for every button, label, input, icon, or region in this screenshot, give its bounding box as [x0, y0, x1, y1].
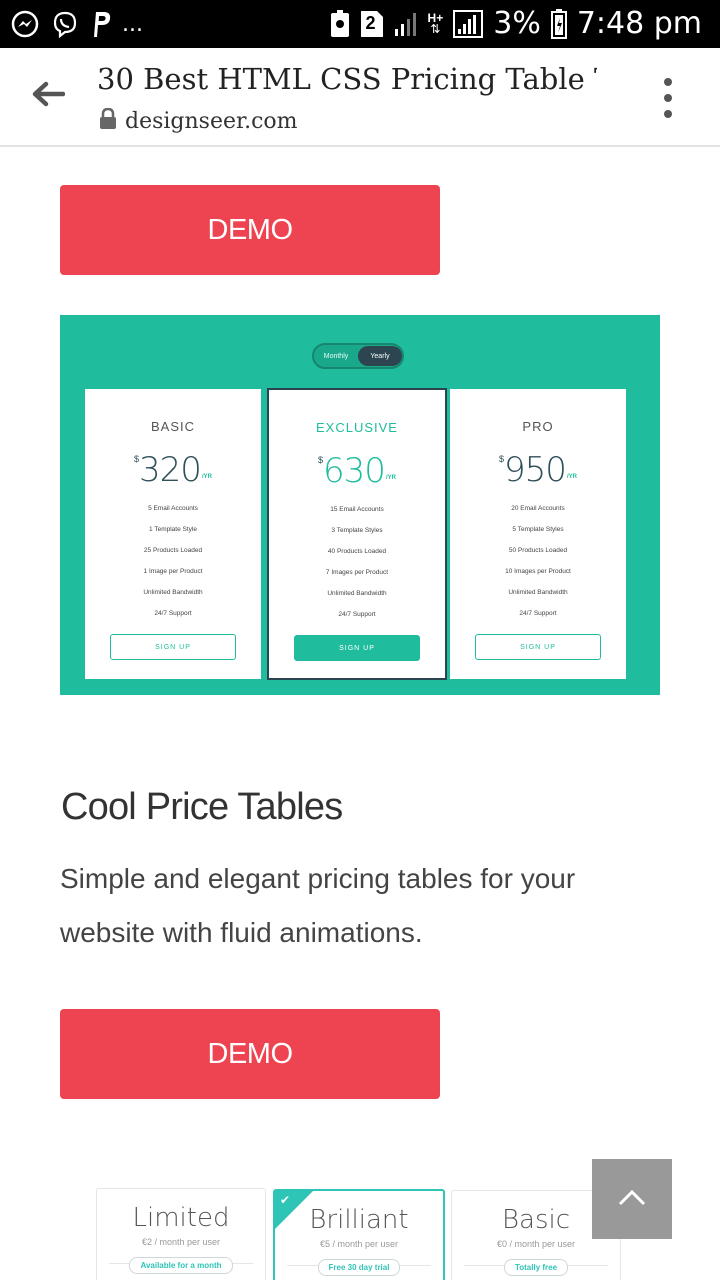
billing-toggle[interactable]: Monthly Yearly	[312, 343, 404, 369]
plan-badge: Available for a month	[129, 1257, 233, 1274]
plan-badge: Totally free	[503, 1259, 569, 1276]
price-amount: 630	[323, 451, 386, 491]
plan-price: €2 / month per user	[141, 1237, 221, 1247]
feature-item: Unlimited Bandwidth	[143, 589, 203, 596]
plan-name: EXCLUSIVE	[316, 420, 398, 435]
feature-item: 25 Products Loaded	[143, 547, 203, 554]
back-button[interactable]	[26, 76, 70, 116]
pricing-table-preview-teal[interactable]: Monthly Yearly BASIC $ 320 /YR 5 Email A…	[60, 315, 660, 695]
network-type-icon: H+ ⇅	[428, 12, 444, 36]
sim-badge: 2	[365, 13, 376, 33]
price-period: /YR	[201, 474, 212, 480]
url-text: designseer.com	[125, 109, 298, 134]
back-arrow-icon	[31, 81, 66, 112]
parking-app-icon	[90, 9, 112, 39]
plan-price: $ 630 /YR	[269, 451, 445, 491]
feature-item: 3 Template Styles	[331, 527, 383, 534]
price-period: /YR	[385, 475, 396, 481]
checkmark-icon: ✔	[280, 1193, 291, 1207]
feature-item: 10 Images per Product	[505, 568, 571, 575]
plan-card-limited: Limited €2 / month per user Available fo…	[96, 1188, 266, 1280]
status-bar: ... 2 H+ ⇅ 3% 7:48 pm	[0, 0, 720, 48]
feature-item: 1 Image per Product	[143, 568, 203, 575]
feature-item: 1 Template Style	[149, 526, 197, 533]
plan-card-exclusive: EXCLUSIVE $ 630 /YR 15 Email Accounts 3 …	[267, 388, 447, 680]
plan-price: $ 950 /YR	[450, 450, 626, 490]
plan-card-basic: BASIC $ 320 /YR 5 Email Accounts 1 Templ…	[85, 389, 261, 679]
plan-badge-row: Free 30 day trial	[275, 1257, 443, 1276]
messenger-icon	[10, 9, 40, 39]
pricing-table-preview-cool[interactable]: Limited €2 / month per user Available fo…	[96, 1186, 626, 1280]
plan-badge: Free 30 day trial	[317, 1259, 401, 1276]
scroll-to-top-button[interactable]	[592, 1159, 672, 1239]
feature-item: 5 Email Accounts	[148, 505, 198, 512]
storage-icon	[330, 10, 350, 38]
signal-weak-icon	[394, 11, 418, 37]
toggle-option-yearly[interactable]: Yearly	[358, 346, 402, 366]
signal-strong-icon	[453, 10, 484, 38]
feature-item: 5 Template Styles	[512, 526, 564, 533]
dot-icon	[664, 94, 672, 102]
signup-button[interactable]: SIGN UP	[294, 635, 420, 661]
price-amount: 320	[139, 450, 202, 490]
lock-icon	[99, 107, 117, 135]
status-bar-right: 2 H+ ⇅ 3% 7:48 pm	[330, 6, 702, 42]
demo-button[interactable]: DEMO	[60, 185, 440, 275]
clock: 7:48 pm	[576, 6, 702, 41]
feature-item: 15 Email Accounts	[330, 506, 384, 513]
feature-list: 5 Email Accounts 1 Template Style 25 Pro…	[85, 498, 261, 624]
plan-price: $ 320 /YR	[85, 450, 261, 490]
overflow-menu-button[interactable]	[656, 78, 680, 118]
browser-toolbar: 30 Best HTML CSS Pricing Table T... desi…	[0, 48, 720, 147]
feature-item: 50 Products Loaded	[508, 547, 568, 554]
feature-item: 24/7 Support	[338, 611, 376, 618]
plan-badge-row: Available for a month	[97, 1255, 265, 1274]
feature-item: 7 Images per Product	[325, 569, 389, 576]
status-bar-left: ...	[10, 8, 143, 40]
notification-overflow: ...	[122, 11, 143, 37]
plan-name: BASIC	[150, 419, 195, 434]
price-period: /YR	[566, 474, 577, 480]
data-arrows-icon: ⇅	[430, 22, 441, 36]
viber-icon	[50, 9, 80, 39]
feature-item: 24/7 Support	[154, 610, 192, 617]
signup-button[interactable]: SIGN UP	[110, 634, 236, 660]
plan-card-brilliant: ✔ Brilliant €5 / month per user Free 30 …	[273, 1189, 445, 1280]
signup-button[interactable]: SIGN UP	[475, 634, 601, 660]
feature-item: 24/7 Support	[519, 610, 557, 617]
battery-icon	[550, 9, 567, 39]
feature-item: 20 Email Accounts	[511, 505, 565, 512]
battery-percentage: 3%	[493, 6, 541, 41]
dot-icon	[664, 110, 672, 118]
chevron-up-icon	[617, 1188, 647, 1211]
plan-badge-row: Totally free	[452, 1257, 620, 1276]
url-bar[interactable]: designseer.com	[99, 107, 298, 135]
plan-price: €5 / month per user	[319, 1239, 399, 1249]
toggle-option-monthly[interactable]: Monthly	[314, 353, 358, 360]
plan-name: PRO	[522, 419, 554, 434]
demo-button[interactable]: DEMO	[60, 1009, 440, 1099]
feature-item: Unlimited Bandwidth	[508, 589, 568, 596]
feature-list: 20 Email Accounts 5 Template Styles 50 P…	[450, 498, 626, 624]
feature-item: 40 Products Loaded	[327, 548, 387, 555]
plan-name: Limited	[132, 1203, 230, 1233]
feature-list: 15 Email Accounts 3 Template Styles 40 P…	[269, 499, 445, 625]
plan-card-pro: PRO $ 950 /YR 20 Email Accounts 5 Templa…	[450, 389, 626, 679]
section-heading: Cool Price Tables	[61, 786, 343, 828]
section-description: Simple and elegant pricing tables for yo…	[60, 863, 576, 948]
plan-price: €0 / month per user	[496, 1239, 576, 1249]
sim-2-icon: 2	[360, 10, 384, 38]
feature-item: Unlimited Bandwidth	[327, 590, 387, 597]
page-title[interactable]: 30 Best HTML CSS Pricing Table T...	[97, 62, 597, 96]
dot-icon	[664, 78, 672, 86]
price-amount: 950	[504, 450, 567, 490]
